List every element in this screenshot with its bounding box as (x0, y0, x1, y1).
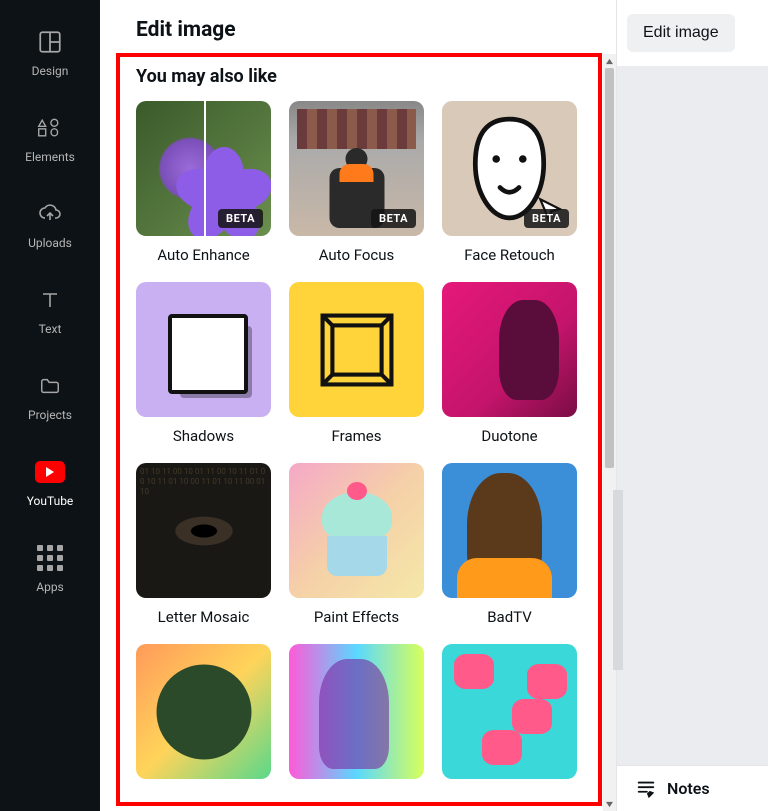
sidebar-item-projects[interactable]: Projects (0, 354, 100, 440)
tile-extra[interactable] (136, 644, 271, 779)
panel-header: Edit image (100, 0, 616, 54)
tile-label: Frames (332, 427, 382, 445)
tile-label: Paint Effects (314, 608, 399, 626)
tile-thumbnail (136, 282, 271, 417)
sidebar-item-label: Projects (28, 408, 72, 422)
tile-auto-enhance[interactable]: BETA Auto Enhance (136, 101, 271, 264)
tile-face-retouch[interactable]: BETA Face Retouch (442, 101, 577, 264)
sidebar-item-uploads[interactable]: Uploads (0, 182, 100, 268)
sidebar-item-label: Design (32, 64, 69, 78)
notes-bar[interactable]: Notes (617, 765, 768, 811)
scrollbar-thumb[interactable] (605, 68, 614, 468)
tile-extra[interactable] (289, 644, 424, 779)
youtube-icon (35, 458, 65, 486)
tile-badtv[interactable]: BadTV (442, 463, 577, 626)
beta-badge: BETA (524, 209, 569, 228)
beta-badge: BETA (371, 209, 416, 228)
sidebar-item-label: YouTube (27, 494, 74, 508)
panel-title: Edit image (136, 18, 580, 42)
tile-label: Face Retouch (464, 246, 555, 264)
uploads-icon (37, 200, 63, 228)
design-icon (37, 28, 63, 56)
canvas-area: Edit image Notes (617, 0, 768, 811)
tile-shadows[interactable]: Shadows (136, 282, 271, 445)
tile-paint-effects[interactable]: Paint Effects (289, 463, 424, 626)
tile-frames[interactable]: Frames (289, 282, 424, 445)
sidebar-item-youtube[interactable]: YouTube (0, 440, 100, 526)
tile-label: Auto Enhance (157, 246, 249, 264)
tile-label: Shadows (173, 427, 234, 445)
tile-letter-mosaic[interactable]: Letter Mosaic (136, 463, 271, 626)
tile-thumbnail (289, 644, 424, 779)
tile-label: Auto Focus (319, 246, 395, 264)
text-icon (38, 286, 62, 314)
tile-label: BadTV (487, 608, 532, 626)
tile-thumbnail (136, 644, 271, 779)
sidebar-item-label: Apps (36, 580, 64, 594)
sidebar-item-text[interactable]: Text (0, 268, 100, 354)
folder-icon (37, 372, 63, 400)
sidebar-item-label: Elements (25, 150, 75, 164)
sidebar-item-label: Uploads (28, 236, 72, 250)
tile-thumbnail (136, 463, 271, 598)
scroll-down-icon[interactable] (603, 797, 616, 811)
canvas-page-edge (613, 490, 623, 670)
tile-thumbnail (289, 282, 424, 417)
tile-thumbnail (442, 282, 577, 417)
sidebar-item-apps[interactable]: Apps (0, 526, 100, 612)
tile-extra[interactable] (442, 644, 577, 779)
sidebar: Design Elements Uploads Text Projects Yo… (0, 0, 100, 811)
section-title: You may also like (136, 66, 592, 87)
tile-label: Letter Mosaic (158, 608, 250, 626)
sidebar-item-label: Text (39, 322, 62, 336)
edit-image-button[interactable]: Edit image (627, 14, 735, 52)
edit-image-panel: Edit image You may also like BETA Auto E… (100, 0, 617, 811)
notes-icon (635, 778, 657, 800)
sidebar-item-design[interactable]: Design (0, 10, 100, 96)
scrollbar[interactable] (603, 54, 616, 811)
effects-scroll-area[interactable]: You may also like BETA Auto Enhance BETA… (100, 54, 616, 811)
effects-grid: BETA Auto Enhance BETA Auto Focus (118, 101, 592, 779)
tile-thumbnail: BETA (289, 101, 424, 236)
apps-icon (37, 544, 63, 572)
scroll-up-icon[interactable] (603, 54, 616, 68)
tile-auto-focus[interactable]: BETA Auto Focus (289, 101, 424, 264)
tile-thumbnail (289, 463, 424, 598)
beta-badge: BETA (218, 209, 263, 228)
tile-thumbnail: BETA (136, 101, 271, 236)
elements-icon (37, 114, 63, 142)
tile-label: Duotone (481, 427, 537, 445)
frame-icon (316, 309, 398, 391)
top-toolbar: Edit image (617, 0, 768, 66)
tile-duotone[interactable]: Duotone (442, 282, 577, 445)
notes-label: Notes (667, 779, 710, 798)
tile-thumbnail (442, 644, 577, 779)
tile-thumbnail (442, 463, 577, 598)
tile-thumbnail: BETA (442, 101, 577, 236)
sidebar-item-elements[interactable]: Elements (0, 96, 100, 182)
